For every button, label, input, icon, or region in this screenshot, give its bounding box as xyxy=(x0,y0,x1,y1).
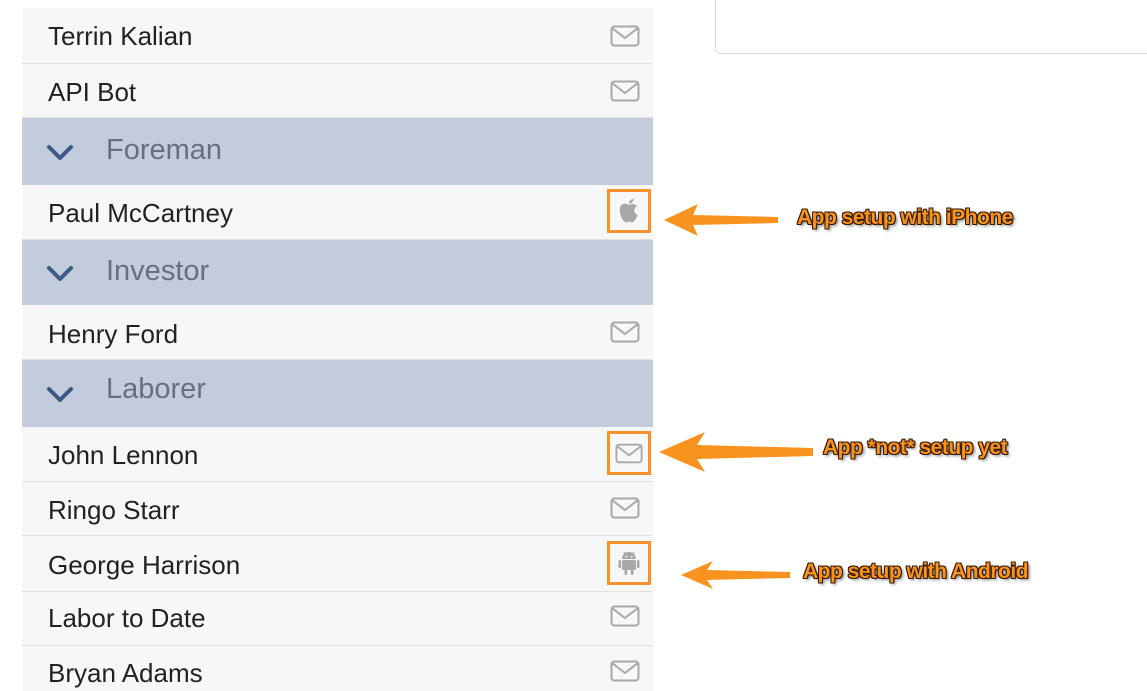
annotation-label-iphone: App setup with iPhone xyxy=(797,206,1013,229)
person-name: API Bot xyxy=(48,77,137,107)
group-header-investor[interactable]: Investor xyxy=(22,240,653,305)
group-name: Investor xyxy=(106,255,210,287)
mail-icon[interactable] xyxy=(607,431,651,475)
list-item[interactable]: Paul McCartney xyxy=(22,185,653,240)
person-name: Labor to Date xyxy=(48,603,206,633)
mail-icon[interactable] xyxy=(609,655,641,687)
group-header-foreman[interactable]: Foreman xyxy=(22,118,653,185)
list-item[interactable]: Henry Ford xyxy=(22,305,653,360)
person-name: George Harrison xyxy=(48,550,241,580)
mail-icon[interactable] xyxy=(609,75,641,107)
chevron-down-icon xyxy=(47,266,73,281)
list-item[interactable]: Ringo Starr xyxy=(22,482,653,536)
mail-icon[interactable] xyxy=(609,316,641,348)
person-name: Paul McCartney xyxy=(48,198,233,228)
list-item[interactable]: API Bot xyxy=(22,64,653,118)
list-item[interactable]: Terrin Kalian xyxy=(22,8,653,64)
person-name: John Lennon xyxy=(48,440,199,470)
mail-icon[interactable] xyxy=(609,492,641,524)
person-name: Terrin Kalian xyxy=(48,21,193,51)
annotation-arrow-not-setup xyxy=(655,430,815,474)
group-header-laborer[interactable]: Laborer xyxy=(22,360,653,427)
list-item[interactable]: John Lennon xyxy=(22,427,653,482)
person-name: Bryan Adams xyxy=(48,658,203,688)
group-name: Foreman xyxy=(106,134,223,166)
annotation-label-android: App setup with Android xyxy=(803,560,1029,583)
team-list: Terrin Kalian API Bot Foreman Paul McCar… xyxy=(22,8,653,691)
list-item[interactable]: Labor to Date xyxy=(22,592,653,646)
annotation-label-not-setup: App *not* setup yet xyxy=(823,436,1008,459)
android-icon[interactable] xyxy=(607,541,651,585)
list-item[interactable]: Bryan Adams xyxy=(22,646,653,691)
group-name: Laborer xyxy=(106,373,206,405)
chevron-down-icon xyxy=(47,387,73,402)
mail-icon[interactable] xyxy=(609,20,641,52)
annotation-arrow-android xyxy=(677,559,792,591)
apple-icon[interactable] xyxy=(607,189,651,233)
top-panel xyxy=(715,0,1147,54)
annotation-arrow-iphone xyxy=(660,202,780,238)
person-name: Henry Ford xyxy=(48,319,179,349)
page: Terrin Kalian API Bot Foreman Paul McCar… xyxy=(0,0,1147,691)
list-item[interactable]: George Harrison xyxy=(22,536,653,592)
chevron-down-icon xyxy=(47,145,73,160)
mail-icon[interactable] xyxy=(609,600,641,632)
person-name: Ringo Starr xyxy=(48,495,180,525)
